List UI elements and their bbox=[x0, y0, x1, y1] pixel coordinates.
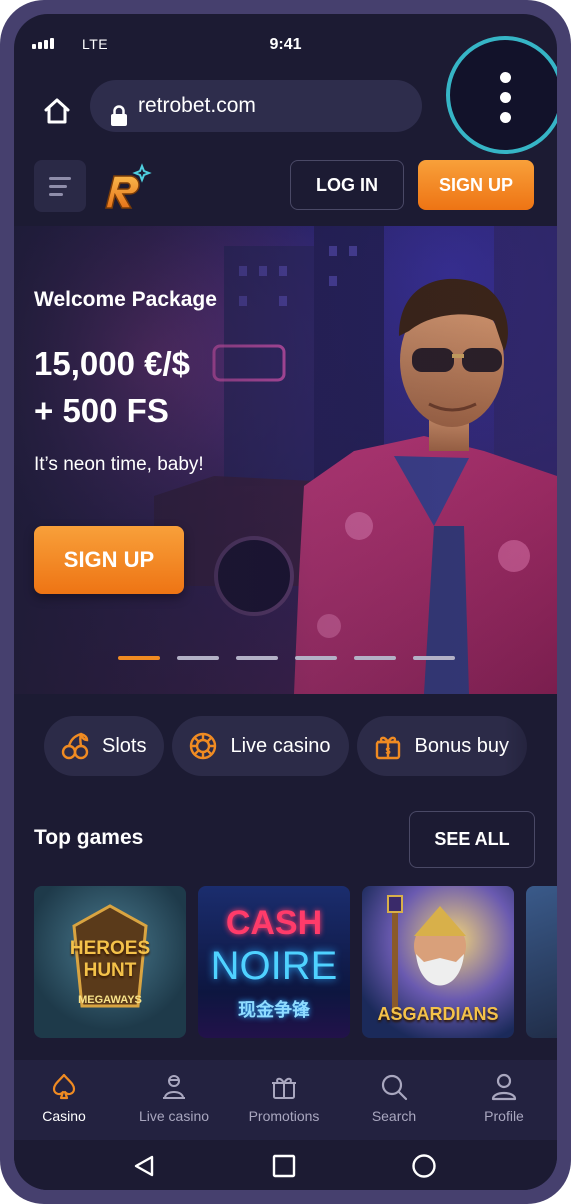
game-title-line: ASGARDIANS bbox=[377, 1004, 499, 1024]
category-chips: Slots Live casino $ Bonus buy bbox=[44, 716, 528, 776]
nav-label: Search bbox=[371, 1108, 417, 1124]
nav-promotions[interactable]: Promotions bbox=[234, 1072, 334, 1124]
hero-tagline: It’s neon time, baby! bbox=[34, 454, 204, 475]
svg-text:$: $ bbox=[385, 746, 390, 756]
carousel-dot[interactable] bbox=[236, 656, 278, 660]
game-tile-heroes-hunt[interactable]: HEROES HUNT MEGAWAYS bbox=[34, 886, 186, 1038]
game-tile-cash-noire[interactable]: CASH NOIRE 现金争锋 bbox=[198, 886, 350, 1038]
hamburger-menu-button[interactable] bbox=[34, 160, 86, 212]
nav-label: Profile bbox=[484, 1108, 524, 1124]
game-tile-asgardians[interactable]: ASGARDIANS bbox=[362, 886, 514, 1038]
nav-casino[interactable]: Casino bbox=[14, 1072, 114, 1124]
game-title-line: 现金争锋 bbox=[238, 1000, 310, 1020]
game-title-line: MEGAWAYS bbox=[78, 994, 142, 1006]
category-label: Bonus buy bbox=[414, 734, 510, 757]
category-label: Live casino bbox=[230, 734, 331, 757]
hero-title: Welcome Package bbox=[34, 288, 217, 311]
carousel-dot[interactable] bbox=[177, 656, 219, 660]
phone-frame: LTE 9:41 retrobet.com LOG IN SIGN UP Wel… bbox=[0, 0, 571, 1204]
dealer-icon bbox=[163, 1075, 185, 1099]
url-text: retrobet.com bbox=[138, 94, 256, 117]
hero-banner[interactable]: Welcome Package 15,000 €/$ + 500 FS It’s… bbox=[14, 226, 557, 694]
screen: LTE 9:41 retrobet.com LOG IN SIGN UP Wel… bbox=[14, 14, 557, 1190]
nav-search[interactable]: Search bbox=[344, 1072, 444, 1124]
game-tile-partial[interactable] bbox=[526, 886, 557, 1038]
home-icon[interactable] bbox=[40, 94, 74, 128]
carousel-indicators bbox=[118, 656, 455, 660]
carousel-dot[interactable] bbox=[295, 656, 337, 660]
clock: 9:41 bbox=[269, 36, 302, 53]
game-title-line: HUNT bbox=[83, 960, 137, 981]
cherry-icon bbox=[61, 732, 89, 760]
top-games-row: HEROES HUNT MEGAWAYS CASH NOIRE 现金争锋 ASG… bbox=[34, 886, 557, 1038]
search-icon bbox=[381, 1074, 408, 1101]
game-title-line: HEROES bbox=[69, 938, 151, 959]
game-title-line: CASH bbox=[225, 904, 323, 942]
nav-profile[interactable]: Profile bbox=[454, 1072, 554, 1124]
lock-icon bbox=[110, 95, 128, 147]
category-live-casino[interactable]: Live casino bbox=[172, 716, 349, 776]
nav-label: Live casino bbox=[138, 1108, 210, 1124]
spade-icon bbox=[52, 1073, 76, 1100]
category-label: Slots bbox=[102, 734, 147, 757]
nav-label: Casino bbox=[42, 1108, 86, 1124]
recents-circle-icon[interactable] bbox=[411, 1153, 437, 1179]
game-title-line: NOIRE bbox=[210, 944, 338, 988]
home-square-icon[interactable] bbox=[272, 1154, 296, 1178]
category-bonus-buy[interactable]: $ Bonus buy bbox=[356, 716, 528, 776]
hero-amount-line-1: 15,000 €/$ bbox=[34, 345, 190, 382]
hero-signup-button[interactable]: SIGN UP bbox=[34, 526, 184, 594]
category-slots[interactable]: Slots bbox=[44, 716, 165, 776]
gift-box-icon: $ bbox=[375, 736, 400, 760]
carousel-dot[interactable] bbox=[413, 656, 455, 660]
signup-button-header[interactable]: SIGN UP bbox=[418, 160, 534, 210]
bottom-navigation: Casino Live casino Promotions Search Pro… bbox=[14, 1060, 557, 1140]
nav-live-casino[interactable]: Live casino bbox=[124, 1072, 224, 1124]
back-icon[interactable] bbox=[132, 1154, 156, 1178]
gift-icon bbox=[272, 1077, 296, 1099]
see-all-button[interactable]: SEE ALL bbox=[409, 811, 535, 868]
chip-icon bbox=[190, 732, 217, 760]
top-games-title: Top games bbox=[34, 826, 144, 849]
retrobet-logo[interactable] bbox=[96, 160, 156, 216]
system-navigation-bar bbox=[14, 1140, 557, 1190]
hero-amount-line-2: + 500 FS bbox=[34, 392, 169, 429]
hero-amount: 15,000 €/$ + 500 FS bbox=[34, 340, 190, 434]
carousel-dot[interactable] bbox=[118, 656, 160, 660]
more-options-icon[interactable] bbox=[446, 36, 557, 154]
scroll-fade bbox=[504, 714, 557, 778]
nav-label: Promotions bbox=[248, 1108, 320, 1124]
login-button[interactable]: LOG IN bbox=[290, 160, 404, 210]
carousel-dot[interactable] bbox=[354, 656, 396, 660]
user-icon bbox=[491, 1073, 517, 1101]
address-bar[interactable]: retrobet.com bbox=[90, 80, 422, 132]
